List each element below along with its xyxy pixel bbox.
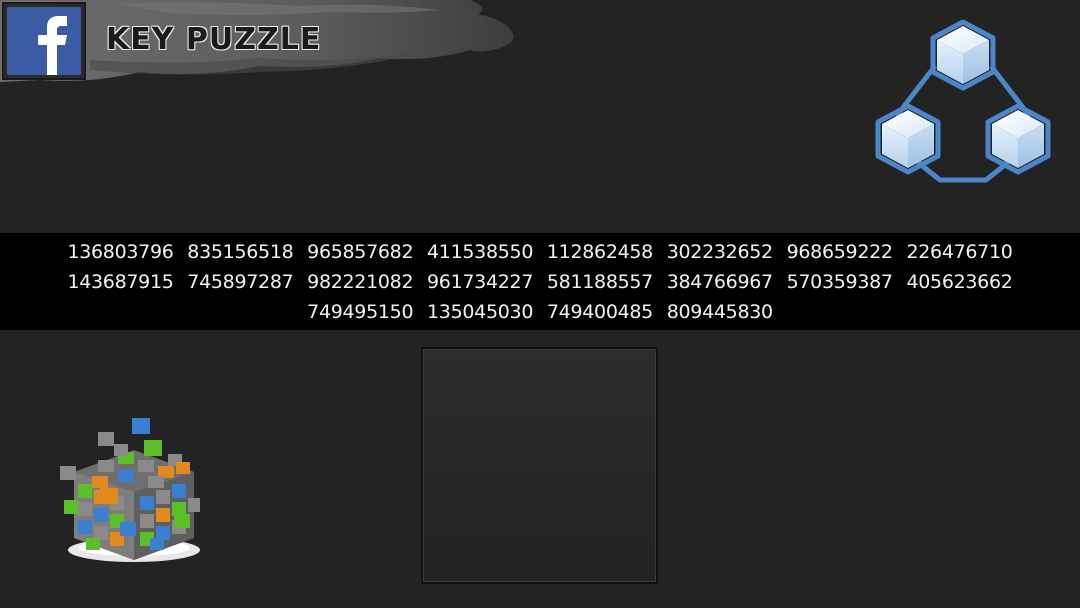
sequence-number: 405623662 [906, 271, 1013, 293]
sequence-number: 226476710 [906, 241, 1013, 263]
game-screen: KEY PUZZLE 136803796 835156518 965857682… [0, 0, 1080, 608]
sequence-number: 982221082 [307, 271, 414, 293]
sequence-number: 302232652 [666, 241, 773, 263]
multicolor-cube-cluster-icon [60, 418, 200, 562]
cube-network-button[interactable] [868, 14, 1058, 190]
sequence-number: 384766967 [666, 271, 773, 293]
facebook-button[interactable] [2, 2, 86, 80]
sequence-number: 135045030 [427, 301, 534, 323]
sequence-number: 968659222 [786, 241, 893, 263]
sequence-number: 143687915 [67, 271, 174, 293]
sequence-number: 749495150 [307, 301, 414, 323]
sequence-number: 411538550 [427, 241, 534, 263]
game-title: KEY PUZZLE [106, 22, 322, 57]
cube-network-icon [875, 19, 1051, 183]
sequence-number: 965857682 [307, 241, 414, 263]
sequence-number: 570359387 [786, 271, 893, 293]
sequence-number: 136803796 [67, 241, 174, 263]
sequence-number: 112862458 [546, 241, 653, 263]
puzzle-board-panel[interactable] [421, 347, 658, 584]
cube-cluster-logo [52, 410, 212, 570]
sequence-number: 581188557 [546, 271, 653, 293]
number-sequence-strip: 136803796 835156518 965857682 411538550 … [0, 233, 1080, 330]
sequence-number: 961734227 [427, 271, 534, 293]
sequence-number: 835156518 [187, 241, 294, 263]
sequence-number: 749400485 [546, 301, 653, 323]
sequence-number: 809445830 [666, 301, 773, 323]
panel-border [423, 349, 656, 582]
facebook-icon [7, 7, 81, 75]
sequence-number: 745897287 [187, 271, 294, 293]
